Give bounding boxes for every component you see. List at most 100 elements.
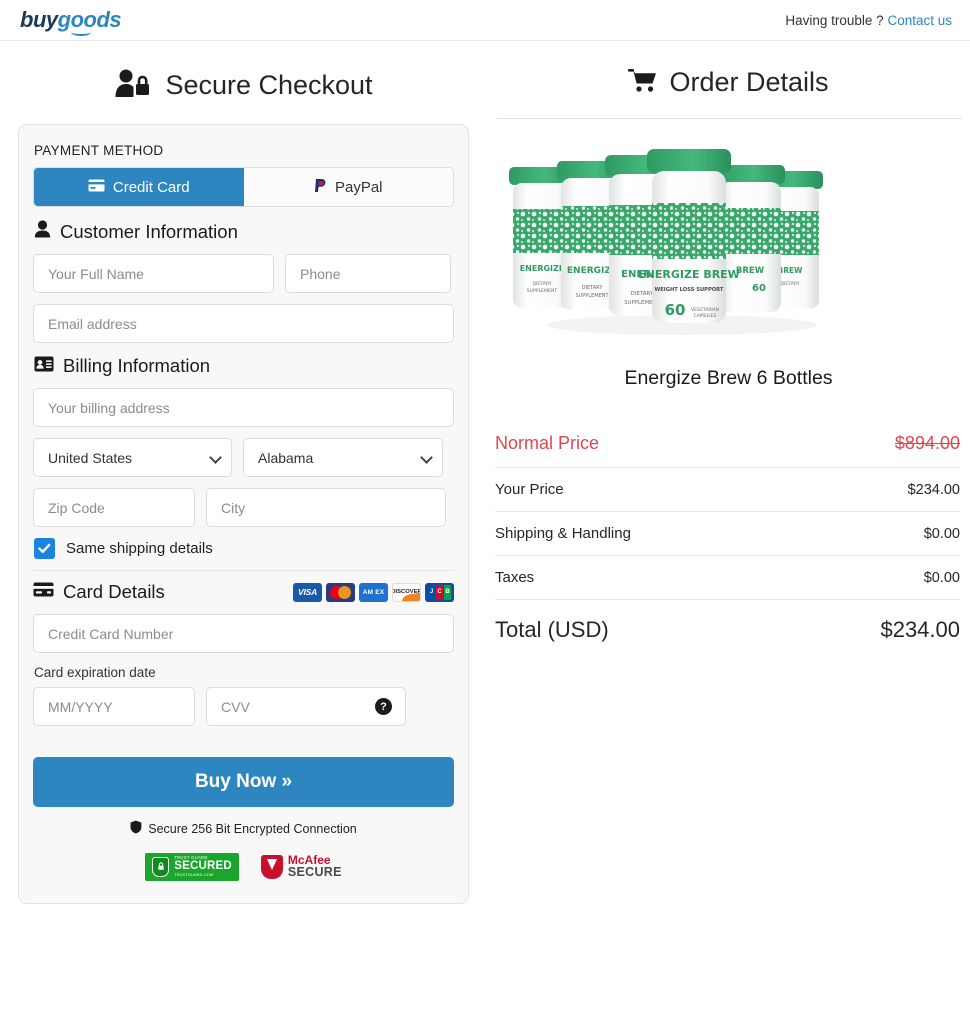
divider (33, 570, 454, 571)
summary-row-normal-price: Normal Price $894.00 (495, 420, 960, 468)
order-details-column: Order Details ENERGIZE DIETARY SUPPLEMEN… (487, 41, 970, 904)
same-shipping-label: Same shipping details (66, 540, 213, 557)
accepted-card-brands: VISA AM EX DISCOVER JCB (293, 582, 454, 602)
bottle-brand-text: ENERGIZE BREW (638, 268, 740, 281)
summary-value: $234.00 (880, 617, 960, 642)
billing-information-title: Billing Information (63, 355, 211, 376)
svg-text:BREW: BREW (778, 266, 804, 275)
card-number-input[interactable] (33, 614, 454, 653)
state-select-wrap: Alabama (243, 438, 443, 477)
state-select[interactable]: Alabama (243, 438, 443, 477)
card-expiration-input[interactable] (33, 687, 195, 726)
country-select-wrap: United States (33, 438, 232, 477)
trustguard-text: TRUST GUARD SECURED TRUSTGUARD.COM (174, 855, 232, 878)
order-details-divider (497, 118, 962, 119)
summary-row-your-price: Your Price $234.00 (495, 468, 960, 512)
phone-input[interactable] (285, 254, 451, 293)
svg-text:DIETARY: DIETARY (582, 285, 604, 291)
product-name: Energize Brew 6 Bottles (624, 367, 833, 389)
secure-connection-text: Secure 256 Bit Encrypted Connection (148, 821, 357, 836)
svg-text:DIETARY: DIETARY (631, 291, 654, 297)
secure-checkout-title: Secure Checkout (165, 70, 373, 100)
tab-credit-card[interactable]: Credit Card (34, 168, 244, 206)
trustguard-badge: TRUST GUARD SECURED TRUSTGUARD.COM (145, 853, 239, 881)
summary-value: $234.00 (907, 481, 960, 498)
card-details-header: Card Details VISA AM EX DISCOVER JCB (33, 581, 454, 603)
expiry-cvv-row: ? (33, 687, 454, 726)
help-icon[interactable]: ? (375, 698, 392, 715)
zip-code-input[interactable] (33, 488, 195, 527)
mcafee-badge: McAfee SECURE (260, 854, 342, 880)
shield-icon (130, 820, 142, 837)
bottle-sub-text: WEIGHT LOSS SUPPORT (655, 287, 724, 293)
page-body: Secure Checkout PAYMENT METHOD Credit Ca… (0, 41, 970, 904)
tab-paypal[interactable]: PayPal (243, 168, 453, 206)
checkout-column: Secure Checkout PAYMENT METHOD Credit Ca… (0, 41, 487, 904)
card-number-row (33, 614, 454, 653)
jcb-icon: JCB (425, 582, 454, 602)
customer-information-title: Customer Information (60, 220, 238, 242)
same-shipping-checkbox[interactable] (34, 538, 55, 559)
shopping-cart-icon (628, 67, 658, 98)
summary-value: $894.00 (894, 433, 960, 453)
billing-address-row (33, 388, 454, 427)
buy-now-button[interactable]: Buy Now » (33, 757, 454, 807)
card-details-title: Card Details (63, 581, 165, 602)
svg-text:SUPPLEMENT: SUPPLEMENT (527, 288, 558, 294)
same-shipping-row[interactable]: Same shipping details (34, 538, 454, 559)
svg-text:60: 60 (752, 283, 766, 294)
discover-icon: DISCOVER (392, 582, 421, 602)
summary-row-shipping: Shipping & Handling $0.00 (495, 512, 960, 556)
summary-value: $0.00 (923, 525, 960, 542)
mcafee-bottom-text: SECURE (287, 865, 342, 880)
country-select[interactable]: United States (33, 438, 232, 477)
amex-icon: AM EX (359, 582, 388, 602)
mastercard-icon (326, 582, 355, 602)
top-bar: buy goods Having trouble ? Contact us (0, 0, 970, 41)
svg-text:CAPSULES: CAPSULES (694, 313, 717, 319)
trustguard-shield-icon (152, 856, 170, 877)
bottle-count-text: 60 (665, 301, 686, 319)
card-expiration-label: Card expiration date (34, 665, 156, 680)
country-state-row: United States Alabama (33, 438, 454, 477)
mcafee-shield-icon (260, 854, 283, 879)
mcafee-text: McAfee SECURE (288, 854, 342, 880)
visa-icon: VISA (293, 582, 322, 602)
summary-row-taxes: Taxes $0.00 (495, 556, 960, 600)
svg-text:SUPPLEMENT: SUPPLEMENT (575, 293, 609, 299)
city-input[interactable] (206, 488, 446, 527)
svg-text:ENERGIZE: ENERGIZE (520, 264, 565, 273)
full-name-input[interactable] (33, 254, 274, 293)
billing-information-heading: Billing Information (34, 355, 454, 377)
svg-text:BREW: BREW (736, 266, 765, 276)
user-lock-icon (114, 67, 154, 104)
buygoods-logo[interactable]: buy goods (20, 7, 122, 36)
secure-connection-note: Secure 256 Bit Encrypted Connection (33, 820, 454, 837)
summary-value: $0.00 (923, 569, 960, 586)
secure-checkout-heading: Secure Checkout (0, 67, 487, 104)
id-card-icon (34, 356, 54, 377)
checkout-card: PAYMENT METHOD Credit Card PayPal Custom… (18, 124, 469, 904)
summary-key: Your Price (495, 481, 564, 498)
summary-key: Normal Price (495, 433, 600, 453)
summary-key: Total (USD) (495, 617, 609, 642)
trustguard-bottom-text: TRUSTGUARD.COM (174, 872, 214, 877)
zip-city-row (33, 488, 454, 527)
card-details-heading: Card Details (33, 581, 165, 603)
contact-us-link[interactable]: Contact us (887, 13, 952, 28)
help-area: Having trouble ? Contact us (785, 13, 952, 28)
billing-address-input[interactable] (33, 388, 454, 427)
email-row (33, 304, 454, 343)
svg-text:VEGETARIAN: VEGETARIAN (691, 307, 719, 313)
person-icon (34, 220, 51, 243)
order-details-title: Order Details (669, 67, 829, 97)
trust-badges: TRUST GUARD SECURED TRUSTGUARD.COM McAfe… (33, 853, 454, 881)
email-input[interactable] (33, 304, 454, 343)
cvv-wrap: ? (206, 687, 406, 726)
summary-key: Shipping & Handling (495, 525, 631, 542)
logo-buy-text: buy (20, 7, 58, 32)
order-details-heading: Order Details (487, 67, 970, 98)
paypal-icon (314, 178, 327, 197)
svg-text:DIETARY: DIETARY (780, 281, 799, 287)
tab-paypal-label: PayPal (334, 178, 383, 196)
